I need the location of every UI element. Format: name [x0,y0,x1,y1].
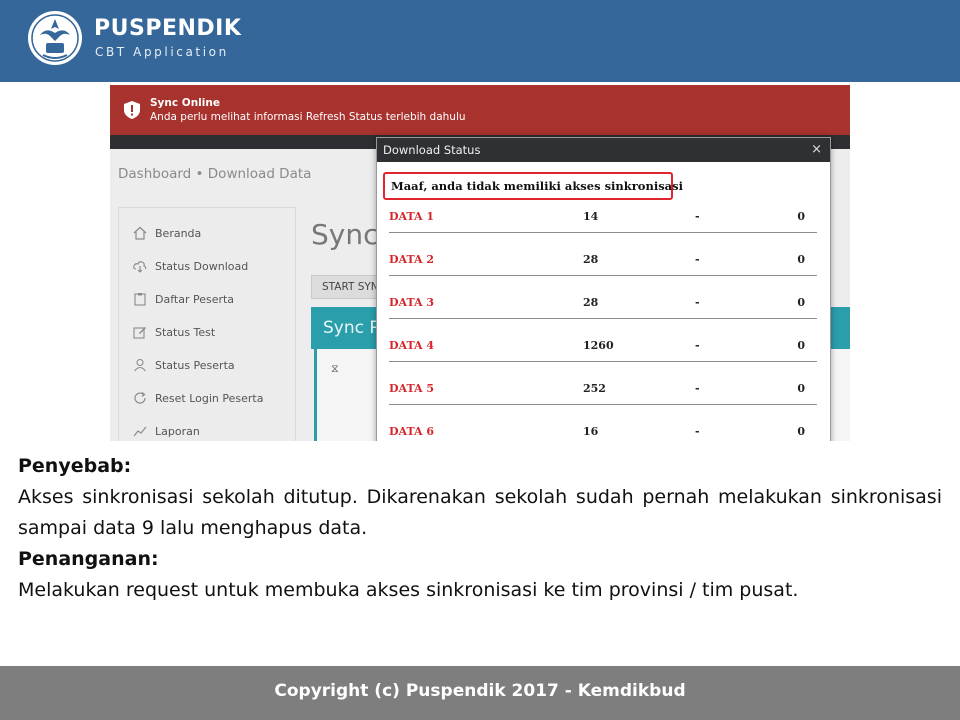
data-done: 0 [797,339,805,352]
chart-line-icon [133,426,147,437]
sidebar-item-label: Status Test [155,325,216,339]
copyright-text: Copyright (c) Puspendik 2017 - Kemdikbud [274,681,686,701]
data-done: 0 [797,296,805,309]
modal-title: Download Status [383,143,481,157]
brand-title: PUSPENDIK [94,16,242,41]
sync-panel-title: Sync P [323,318,380,338]
table-row: DATA 5 252 - 0 [389,362,817,405]
table-row: DATA 4 1260 - 0 [389,319,817,362]
sidebar-item-label: Laporan [155,424,200,438]
data-count: 14 [583,210,599,223]
clipboard-icon [134,293,146,306]
table-row: DATA 2 28 - 0 [389,233,817,276]
sidebar-item-label: Daftar Peserta [155,292,235,306]
sidebar-item-reset-login[interactable]: Reset Login Peserta [133,388,263,408]
data-name: DATA 5 [389,382,435,395]
data-done: 0 [797,382,805,395]
alert-message: Anda perlu melihat informasi Refresh Sta… [150,111,466,123]
cause-heading: Penyebab: [18,455,132,477]
data-separator: - [695,210,700,223]
table-row: DATA 1 14 - 0 [389,190,817,233]
data-count: 28 [583,296,599,309]
app-screenshot: Sync Online Anda perlu melihat informasi… [110,85,850,441]
user-icon [134,358,146,372]
slide-footer: Copyright (c) Puspendik 2017 - Kemdikbud [0,666,960,720]
explanation: Penyebab: Akses sinkronisasi sekolah dit… [18,451,942,606]
table-row: DATA 3 28 - 0 [389,276,817,319]
sidebar: Beranda Status Download Daftar Peserta S… [118,207,296,441]
table-row: DATA 6 16 - 0 [389,405,817,441]
slide-header: PUSPENDIK CBT Application [0,0,960,82]
data-count: 16 [583,425,599,438]
refresh-icon [134,392,146,404]
data-done: 0 [797,253,805,266]
sidebar-item-status-peserta[interactable]: Status Peserta [133,355,235,375]
hourglass-icon: ⧖ [331,362,339,375]
modal-header: Download Status × [377,138,830,162]
shield-warning-icon [124,101,140,119]
sidebar-item-label: Status Download [155,259,249,273]
data-name: DATA 1 [389,210,435,223]
cloud-download-icon [133,261,147,273]
breadcrumb[interactable]: Dashboard • Download Data [118,166,311,182]
edit-icon [133,327,146,339]
page-title: Sync [311,218,379,251]
fix-heading: Penanganan: [18,548,159,570]
data-count: 1260 [583,339,614,352]
sidebar-item-beranda[interactable]: Beranda [133,223,201,243]
data-name: DATA 4 [389,339,435,352]
data-name: DATA 2 [389,253,435,266]
sync-alert: Sync Online Anda perlu melihat informasi… [110,85,850,135]
data-done: 0 [797,210,805,223]
sidebar-item-label: Reset Login Peserta [155,391,264,405]
close-icon[interactable]: × [811,142,822,157]
data-count: 252 [583,382,606,395]
kemdikbud-logo-icon [28,11,82,65]
data-done: 0 [797,425,805,438]
data-separator: - [695,296,700,309]
download-status-modal: Download Status × Maaf, anda tidak memil… [376,137,831,441]
sidebar-item-status-test[interactable]: Status Test [133,322,215,342]
data-name: DATA 6 [389,425,435,438]
data-name: DATA 3 [389,296,435,309]
sidebar-item-status-download[interactable]: Status Download [133,256,248,276]
data-count: 28 [583,253,599,266]
cause-text: Akses sinkronisasi sekolah ditutup. Dika… [18,486,942,539]
data-separator: - [695,382,700,395]
data-separator: - [695,253,700,266]
sidebar-item-label: Beranda [155,226,202,240]
sidebar-item-label: Status Peserta [155,358,235,372]
sidebar-item-laporan[interactable]: Laporan [133,421,200,441]
alert-title: Sync Online [150,97,220,109]
data-separator: - [695,425,700,438]
brand-subtitle: CBT Application [95,45,229,59]
data-separator: - [695,339,700,352]
home-icon [133,226,147,240]
sidebar-item-daftar-peserta[interactable]: Daftar Peserta [133,289,234,309]
fix-text: Melakukan request untuk membuka akses si… [18,579,799,601]
